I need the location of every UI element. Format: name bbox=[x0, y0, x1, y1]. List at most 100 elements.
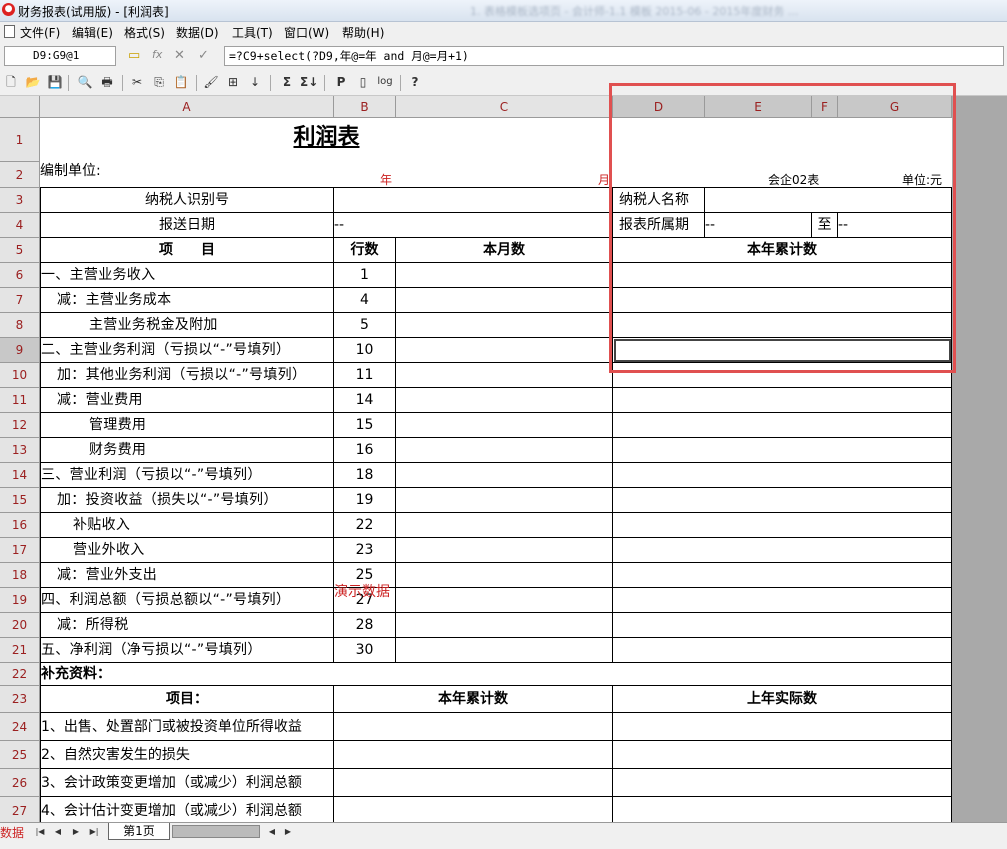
supp-item-current-value[interactable] bbox=[334, 741, 613, 769]
item-month-value[interactable] bbox=[396, 363, 613, 388]
row-header-6[interactable]: 6 bbox=[0, 263, 40, 288]
row-header-14[interactable]: 14 bbox=[0, 463, 40, 488]
page-icon[interactable]: ▯ bbox=[354, 73, 372, 91]
menu-edit[interactable]: 编辑(E) bbox=[72, 24, 113, 41]
menu-data[interactable]: 数据(D) bbox=[176, 24, 219, 41]
row-header-25[interactable]: 25 bbox=[0, 741, 40, 769]
column-header-c[interactable]: C bbox=[396, 96, 613, 118]
supp-item-current-value[interactable] bbox=[334, 797, 613, 822]
menu-window[interactable]: 窗口(W) bbox=[284, 24, 329, 41]
p-icon[interactable]: P bbox=[332, 73, 350, 91]
print-icon[interactable]: 🖶 bbox=[98, 73, 116, 91]
last-sheet-button[interactable]: ▶| bbox=[88, 825, 100, 838]
row-header-16[interactable]: 16 bbox=[0, 513, 40, 538]
item-month-value[interactable] bbox=[396, 613, 613, 638]
cut-icon[interactable]: ✂ bbox=[128, 73, 146, 91]
item-year-value[interactable] bbox=[613, 613, 952, 638]
row-header-4[interactable]: 4 bbox=[0, 213, 40, 238]
column-header-a[interactable]: A bbox=[40, 96, 334, 118]
item-year-value[interactable] bbox=[613, 463, 952, 488]
item-year-value[interactable] bbox=[613, 588, 952, 613]
row-header-11[interactable]: 11 bbox=[0, 388, 40, 413]
item-month-value[interactable] bbox=[396, 463, 613, 488]
row-header-10[interactable]: 10 bbox=[0, 363, 40, 388]
formula-input[interactable]: =?C9+select(?D9,年@=年 and 月@=月+1) bbox=[224, 46, 1004, 66]
item-year-value[interactable] bbox=[613, 413, 952, 438]
supp-item-current-value[interactable] bbox=[334, 713, 613, 741]
save-icon[interactable]: 💾 bbox=[46, 73, 64, 91]
row-header-5[interactable]: 5 bbox=[0, 238, 40, 263]
row-header-19[interactable]: 19 bbox=[0, 588, 40, 613]
menu-format[interactable]: 格式(S) bbox=[124, 24, 165, 41]
sort-icon[interactable]: ↓ bbox=[246, 73, 264, 91]
item-month-value[interactable] bbox=[396, 338, 613, 363]
row-header-27[interactable]: 27 bbox=[0, 797, 40, 825]
scroll-left-button[interactable]: ◀ bbox=[266, 825, 278, 838]
cancel-icon[interactable]: ✕ bbox=[174, 48, 185, 63]
item-month-value[interactable] bbox=[396, 588, 613, 613]
row-header-18[interactable]: 18 bbox=[0, 563, 40, 588]
row-header-17[interactable]: 17 bbox=[0, 538, 40, 563]
select-all-corner[interactable] bbox=[0, 96, 40, 118]
insert-icon[interactable]: ⊞ bbox=[224, 73, 242, 91]
row-header-13[interactable]: 13 bbox=[0, 438, 40, 463]
column-header-b[interactable]: B bbox=[334, 96, 396, 118]
menu-help[interactable]: 帮助(H) bbox=[342, 24, 384, 41]
item-year-value[interactable] bbox=[613, 388, 952, 413]
item-month-value[interactable] bbox=[396, 488, 613, 513]
keyboard-icon[interactable]: ▭ bbox=[128, 48, 140, 63]
sheet-tab-page1[interactable]: 第1页 bbox=[108, 823, 170, 840]
row-header-22[interactable]: 22 bbox=[0, 663, 40, 686]
row-header-24[interactable]: 24 bbox=[0, 713, 40, 741]
item-month-value[interactable] bbox=[396, 413, 613, 438]
first-sheet-button[interactable]: |◀ bbox=[34, 825, 46, 838]
row-header-15[interactable]: 15 bbox=[0, 488, 40, 513]
next-sheet-button[interactable]: ▶ bbox=[70, 825, 82, 838]
menu-file[interactable]: 文件(F) bbox=[20, 24, 60, 41]
item-month-value[interactable] bbox=[396, 638, 613, 663]
menu-tools[interactable]: 工具(T) bbox=[232, 24, 273, 41]
row-header-3[interactable]: 3 bbox=[0, 188, 40, 213]
chart-icon[interactable]: log bbox=[376, 73, 394, 91]
row-header-21[interactable]: 21 bbox=[0, 638, 40, 663]
item-month-value[interactable] bbox=[396, 263, 613, 288]
cell-reference-box[interactable]: D9:G9@1 bbox=[4, 46, 116, 66]
supp-item-prior-value[interactable] bbox=[613, 769, 952, 797]
item-year-value[interactable] bbox=[613, 438, 952, 463]
row-header-26[interactable]: 26 bbox=[0, 769, 40, 797]
print-preview-icon[interactable]: 🔍 bbox=[76, 73, 94, 91]
item-year-value[interactable] bbox=[613, 638, 952, 663]
row-header-20[interactable]: 20 bbox=[0, 613, 40, 638]
supp-item-current-value[interactable] bbox=[334, 769, 613, 797]
row-header-9[interactable]: 9 bbox=[0, 338, 40, 363]
row-header-7[interactable]: 7 bbox=[0, 288, 40, 313]
sum-sequence-icon[interactable]: Σ↓ bbox=[300, 73, 318, 91]
item-year-value[interactable] bbox=[613, 513, 952, 538]
copy-icon[interactable]: ⎘ bbox=[150, 73, 168, 91]
sum-icon[interactable]: Σ bbox=[278, 73, 296, 91]
item-month-value[interactable] bbox=[396, 538, 613, 563]
item-month-value[interactable] bbox=[396, 513, 613, 538]
open-icon[interactable]: 📂 bbox=[24, 73, 42, 91]
item-month-value[interactable] bbox=[396, 388, 613, 413]
supp-item-prior-value[interactable] bbox=[613, 797, 952, 822]
horizontal-scrollbar[interactable] bbox=[172, 825, 260, 838]
item-year-value[interactable] bbox=[613, 488, 952, 513]
item-year-value[interactable] bbox=[613, 538, 952, 563]
row-header-12[interactable]: 12 bbox=[0, 413, 40, 438]
submit-date-value[interactable]: -- bbox=[334, 213, 613, 238]
row-header-2[interactable]: 2 bbox=[0, 162, 40, 188]
item-year-value[interactable] bbox=[613, 563, 952, 588]
scroll-right-button[interactable]: ▶ bbox=[282, 825, 294, 838]
new-icon[interactable]: 🗋 bbox=[2, 73, 20, 91]
row-header-23[interactable]: 23 bbox=[0, 686, 40, 713]
supp-item-prior-value[interactable] bbox=[613, 741, 952, 769]
paste-icon[interactable]: 📋 bbox=[172, 73, 190, 91]
row-header-8[interactable]: 8 bbox=[0, 313, 40, 338]
supp-item-prior-value[interactable] bbox=[613, 713, 952, 741]
item-month-value[interactable] bbox=[396, 288, 613, 313]
function-icon[interactable]: fx bbox=[152, 48, 162, 61]
row-header-1[interactable]: 1 bbox=[0, 118, 40, 162]
help-icon[interactable]: ? bbox=[406, 73, 424, 91]
item-month-value[interactable] bbox=[396, 313, 613, 338]
